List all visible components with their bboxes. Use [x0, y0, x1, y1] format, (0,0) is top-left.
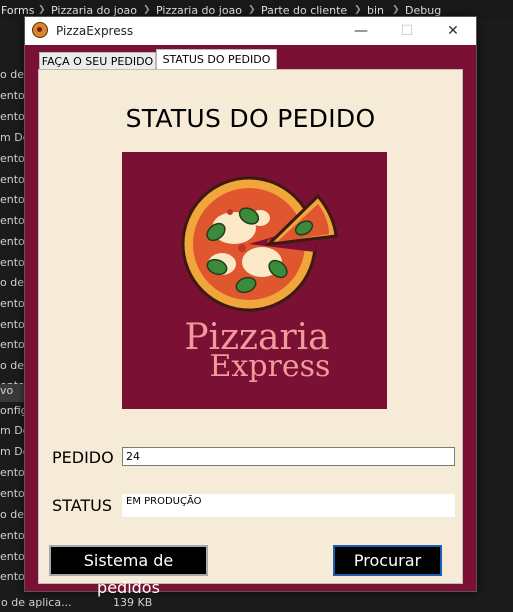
- maximize-button[interactable]: ☐: [384, 17, 430, 45]
- title-bar[interactable]: PizzaExpress — ☐ ✕: [25, 17, 476, 45]
- list-item[interactable]: ento: [0, 338, 26, 356]
- pizzaria-express-logo: Pizzaria Express: [122, 152, 387, 409]
- pedido-label: PEDIDO: [52, 448, 114, 467]
- list-item[interactable]: ento: [0, 487, 26, 505]
- chevron-right-icon: ❯: [354, 5, 362, 15]
- list-item[interactable]: ento: [0, 529, 26, 547]
- procurar-button[interactable]: Procurar: [333, 545, 442, 576]
- logo-line2: Express: [210, 349, 331, 384]
- list-item[interactable]: ento: [0, 256, 26, 274]
- list-item[interactable]: m De: [0, 131, 26, 149]
- list-item[interactable]: vo: [0, 384, 26, 402]
- page-title: STATUS DO PEDIDO: [125, 104, 376, 133]
- window-title: PizzaExpress: [56, 24, 134, 38]
- tab-faca-o-seu-pedido[interactable]: FAÇA O SEU PEDIDO: [39, 52, 156, 70]
- list-item[interactable]: ento: [0, 110, 26, 128]
- list-item[interactable]: ento: [0, 318, 26, 336]
- sistema-de-pedidos-button[interactable]: Sistema de pedidos: [49, 545, 208, 597]
- list-item[interactable]: o de: [0, 276, 26, 294]
- chevron-right-icon: ❯: [392, 5, 400, 15]
- list-item[interactable]: o de: [0, 508, 26, 526]
- list-item[interactable]: ento: [0, 152, 26, 170]
- background-file-row[interactable]: o de aplica... 139 KB: [0, 594, 513, 612]
- tab-status-do-pedido[interactable]: STATUS DO PEDIDO: [156, 49, 277, 70]
- list-item[interactable]: o de: [0, 359, 26, 377]
- pizzaexpress-window: PizzaExpress — ☐ ✕ FAÇA O SEU PEDIDO STA…: [24, 16, 477, 597]
- list-item[interactable]: ento: [0, 235, 26, 253]
- list-item[interactable]: ento: [0, 214, 26, 232]
- list-item[interactable]: ento: [0, 89, 26, 107]
- status-panel: STATUS DO PEDIDO Pizzaria Express PEDIDO…: [38, 69, 463, 597]
- list-item[interactable]: onfig: [0, 404, 26, 422]
- minimize-button[interactable]: —: [338, 17, 384, 45]
- background-file-list: o de ento ento m De ento ento ento ento …: [0, 62, 26, 582]
- list-item[interactable]: m De: [0, 445, 26, 463]
- chevron-right-icon: ❯: [38, 5, 46, 15]
- close-button[interactable]: ✕: [430, 17, 476, 45]
- list-item[interactable]: ento: [0, 193, 26, 211]
- file-name: o de aplica...: [1, 596, 72, 609]
- list-item[interactable]: ento: [0, 297, 26, 315]
- pizza-icon: [181, 176, 318, 312]
- list-item[interactable]: o de: [0, 68, 26, 86]
- list-item[interactable]: ento: [0, 173, 26, 191]
- pizza-icon: [32, 22, 48, 38]
- list-item[interactable]: m De: [0, 424, 26, 442]
- chevron-right-icon: ❯: [143, 5, 151, 15]
- chevron-right-icon: ❯: [248, 5, 256, 15]
- list-item[interactable]: ento: [0, 466, 26, 484]
- list-item[interactable]: ento: [0, 550, 26, 568]
- pedido-input[interactable]: 24: [122, 447, 455, 466]
- status-field: EM PRODUÇÃO: [122, 494, 455, 517]
- list-item[interactable]: ento: [0, 570, 26, 582]
- status-label: STATUS: [52, 496, 113, 515]
